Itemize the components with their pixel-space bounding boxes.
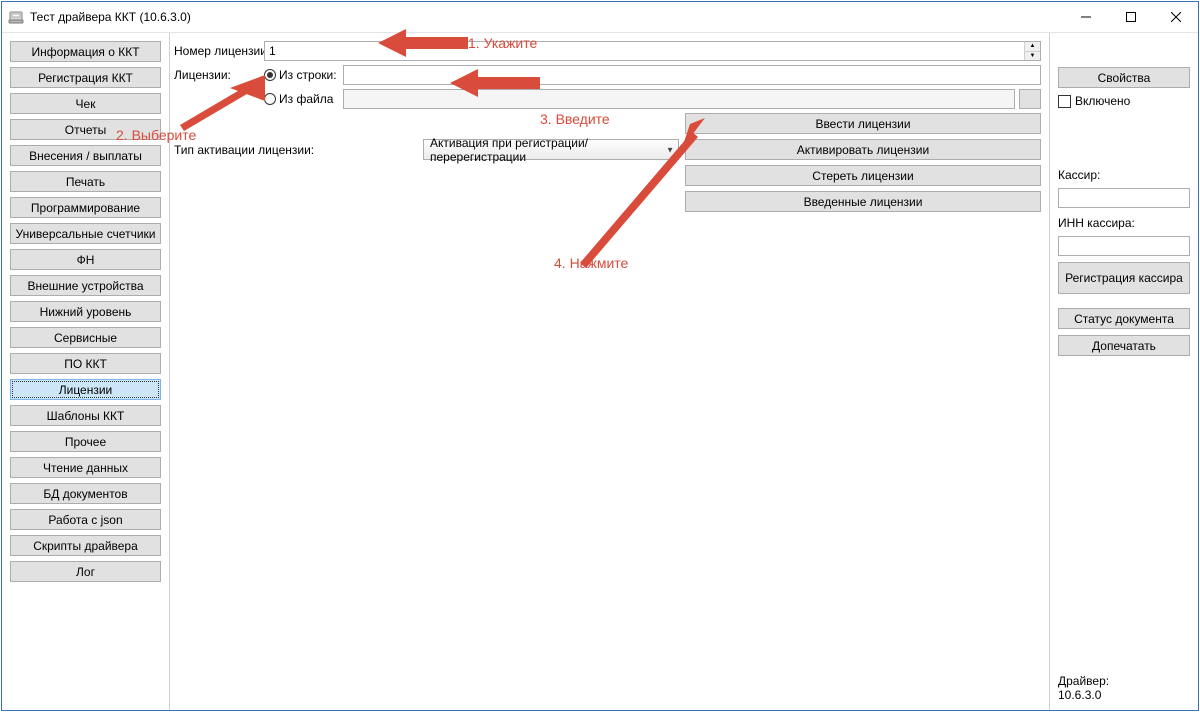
titlebar: Тест драйвера ККТ (10.6.3.0) — [2, 2, 1198, 32]
sidebar-item-check[interactable]: Чек — [10, 93, 161, 114]
maximize-button[interactable] — [1108, 2, 1153, 32]
cashier-input[interactable] — [1058, 188, 1190, 208]
sidebar-item-scripts[interactable]: Скрипты драйвера — [10, 535, 161, 556]
browse-file-button[interactable] — [1019, 89, 1041, 109]
right-panel: Свойства Включено Кассир: ИНН кассира: Р… — [1050, 33, 1198, 710]
license-string-input[interactable] — [343, 65, 1041, 85]
sidebar-item-json[interactable]: Работа с json — [10, 509, 161, 530]
sidebar-item-external[interactable]: Внешние устройства — [10, 275, 161, 296]
radio-from-file-label: Из файла — [279, 92, 333, 106]
sidebar-item-info[interactable]: Информация о ККТ — [10, 41, 161, 62]
radio-from-file-dot[interactable] — [264, 93, 276, 105]
spinner-buttons: ▲ ▼ — [1024, 42, 1040, 60]
spinner-down[interactable]: ▼ — [1025, 52, 1040, 61]
license-number-spinbox[interactable]: ▲ ▼ — [264, 41, 1041, 61]
sidebar-item-service[interactable]: Сервисные — [10, 327, 161, 348]
window-title: Тест драйвера ККТ (10.6.3.0) — [30, 10, 1063, 24]
cashier-label: Кассир: — [1058, 168, 1190, 182]
reprint-button[interactable]: Допечатать — [1058, 335, 1190, 356]
activation-type-label: Тип активации лицензии: — [174, 143, 314, 157]
register-cashier-button[interactable]: Регистрация кассира — [1058, 262, 1190, 294]
minimize-button[interactable] — [1063, 2, 1108, 32]
enabled-checkbox[interactable] — [1058, 95, 1071, 108]
activation-type-value: Активация при регистрации/перерегистраци… — [430, 136, 660, 164]
sidebar-item-lowlevel[interactable]: Нижний уровень — [10, 301, 161, 322]
sidebar-item-firmware[interactable]: ПО ККТ — [10, 353, 161, 374]
cashier-inn-label: ИНН кассира: — [1058, 216, 1190, 230]
radio-from-file[interactable]: Из файла — [264, 92, 339, 106]
app-icon — [8, 9, 24, 25]
radio-from-string-label: Из строки: — [279, 68, 337, 82]
sidebar-item-licenses[interactable]: Лицензии — [10, 379, 161, 400]
driver-label: Драйвер: — [1058, 674, 1190, 688]
sidebar-item-log[interactable]: Лог — [10, 561, 161, 582]
sidebar-item-print[interactable]: Печать — [10, 171, 161, 192]
window-controls — [1063, 2, 1198, 32]
driver-info: Драйвер: 10.6.3.0 — [1058, 674, 1190, 702]
sidebar-item-deposits[interactable]: Внесения / выплаты — [10, 145, 161, 166]
annotation-4: 4. Нажмите — [554, 255, 628, 271]
sidebar-item-reports[interactable]: Отчеты — [10, 119, 161, 140]
enter-licenses-button[interactable]: Ввести лицензии — [685, 113, 1041, 134]
sidebar-item-templates[interactable]: Шаблоны ККТ — [10, 405, 161, 426]
radio-from-string-dot[interactable] — [264, 69, 276, 81]
sidebar: Информация о ККТ Регистрация ККТ Чек Отч… — [2, 33, 170, 710]
radio-from-string[interactable]: Из строки: — [264, 68, 339, 82]
entered-licenses-button[interactable]: Введенные лицензии — [685, 191, 1041, 212]
activation-type-combo[interactable]: Активация при регистрации/перерегистраци… — [423, 139, 679, 160]
sidebar-item-fn[interactable]: ФН — [10, 249, 161, 270]
close-button[interactable] — [1153, 2, 1198, 32]
sidebar-item-docdb[interactable]: БД документов — [10, 483, 161, 504]
properties-button[interactable]: Свойства — [1058, 67, 1190, 88]
driver-version: 10.6.3.0 — [1058, 688, 1190, 702]
main-panel: Номер лицензии: ▲ ▼ Лицензии: Из строки: — [170, 33, 1050, 710]
sidebar-item-registration[interactable]: Регистрация ККТ — [10, 67, 161, 88]
license-number-input[interactable] — [265, 42, 1024, 60]
sidebar-item-counters[interactable]: Универсальные счетчики — [10, 223, 161, 244]
sidebar-item-readdata[interactable]: Чтение данных — [10, 457, 161, 478]
license-file-input — [343, 89, 1015, 109]
window-body: Информация о ККТ Регистрация ККТ Чек Отч… — [2, 32, 1198, 710]
app-window: Тест драйвера ККТ (10.6.3.0) Информация … — [1, 1, 1199, 711]
cashier-inn-input[interactable] — [1058, 236, 1190, 256]
spinner-up[interactable]: ▲ — [1025, 42, 1040, 52]
sidebar-item-other[interactable]: Прочее — [10, 431, 161, 452]
activate-licenses-button[interactable]: Активировать лицензии — [685, 139, 1041, 160]
sidebar-item-programming[interactable]: Программирование — [10, 197, 161, 218]
erase-licenses-button[interactable]: Стереть лицензии — [685, 165, 1041, 186]
enabled-checkbox-row[interactable]: Включено — [1058, 94, 1190, 108]
doc-status-button[interactable]: Статус документа — [1058, 308, 1190, 329]
enabled-label: Включено — [1075, 94, 1130, 108]
license-number-label: Номер лицензии: — [174, 44, 260, 58]
licenses-label: Лицензии: — [174, 68, 260, 82]
